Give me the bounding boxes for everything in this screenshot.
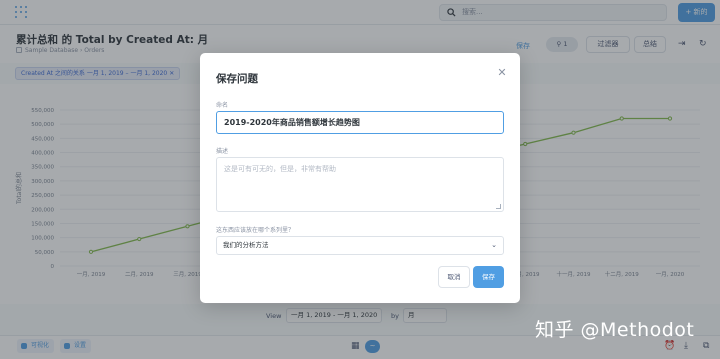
description-placeholder: 这是可有可无的，但是，非常有帮助 [224, 165, 336, 173]
save-question-modal: 保存问题 ✕ 命名 2019-2020年商品销售额增长趋势图 描述 这是可有可无… [200, 53, 520, 303]
resize-grip-icon[interactable] [496, 204, 501, 209]
description-textarea[interactable]: 这是可有可无的，但是，非常有帮助 [216, 157, 504, 212]
chevron-down-icon: ⌄ [491, 241, 497, 249]
modal-title: 保存问题 [216, 73, 258, 85]
collection-value: 我们的分析方法 [223, 241, 269, 249]
name-label: 命名 [216, 102, 229, 109]
collection-label: 这东西应该放在哪个系列里？ [216, 227, 295, 234]
watermark: 知乎 @Methodot [535, 319, 695, 341]
name-input[interactable]: 2019-2020年商品销售额增长趋势图 [216, 111, 504, 134]
close-icon[interactable]: ✕ [496, 67, 508, 79]
save-button[interactable]: 保存 [473, 266, 504, 288]
collection-select[interactable]: 我们的分析方法 ⌄ [216, 236, 504, 255]
cancel-button[interactable]: 取消 [438, 266, 470, 288]
description-label: 描述 [216, 148, 229, 155]
